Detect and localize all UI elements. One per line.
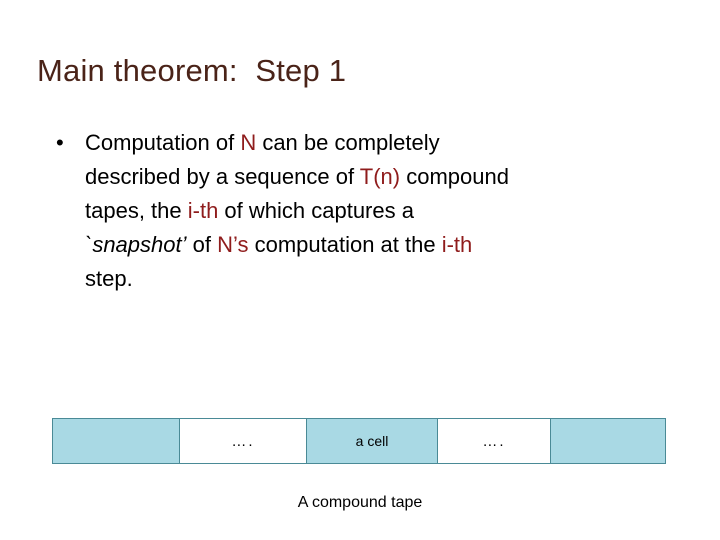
bullet-line-4: `snapshot’ of N’s computation at the i-t… (85, 228, 614, 262)
tape-cell (52, 418, 180, 464)
line1-seg3: can be completely (256, 130, 440, 155)
tape-cell: …. (179, 418, 307, 464)
tape-caption: A compound tape (297, 494, 423, 511)
bullet-marker-icon: • (56, 130, 64, 155)
tape-cell-label: …. (482, 432, 506, 450)
line2-seg1: described by a sequence of (85, 164, 360, 189)
bullet-line-1: Computation of N can be completely (85, 126, 614, 160)
line1-seg1: Computation of (85, 130, 241, 155)
tape-cell: …. (437, 418, 551, 464)
line4-seg5-highlight: i-th (441, 232, 473, 257)
bullet-paragraph: Computation of N can be completely descr… (85, 126, 614, 296)
tape-cell-a-cell: a cell (306, 418, 438, 464)
bullet-line-5: step. (85, 262, 614, 296)
bullet-item: • Computation of N can be completely des… (52, 126, 614, 296)
line3-seg3: of which captures a (218, 198, 414, 223)
page-title: Main theorem: Step 1 (37, 53, 347, 88)
compound-tape-diagram: …. a cell …. (52, 418, 668, 464)
tape-cell-label: a cell (355, 433, 389, 449)
line4-seg4: computation at the (248, 232, 442, 257)
line4-seg2: of (186, 232, 218, 257)
bullet-line-3: tapes, the i-th of which captures a (85, 194, 614, 228)
line5-seg1: step. (85, 266, 133, 291)
line3-seg1: tapes, the (85, 198, 188, 223)
bullet-line-2: described by a sequence of T(n) compound (85, 160, 614, 194)
line4-seg1-italic: `snapshot’ (85, 232, 187, 257)
tape-cell (550, 418, 666, 464)
line3-seg2-highlight: i-th (187, 198, 219, 223)
body-content: • Computation of N can be completely des… (52, 126, 614, 296)
line4-seg3-highlight: N’s (217, 232, 249, 257)
line2-seg2-highlight: T(n) (359, 164, 401, 189)
line1-seg2-highlight: N (240, 130, 257, 155)
tape-cell-label: …. (231, 432, 255, 450)
slide: Main theorem: Step 1 • Computation of N … (0, 0, 720, 540)
line2-seg3: compound (400, 164, 509, 189)
